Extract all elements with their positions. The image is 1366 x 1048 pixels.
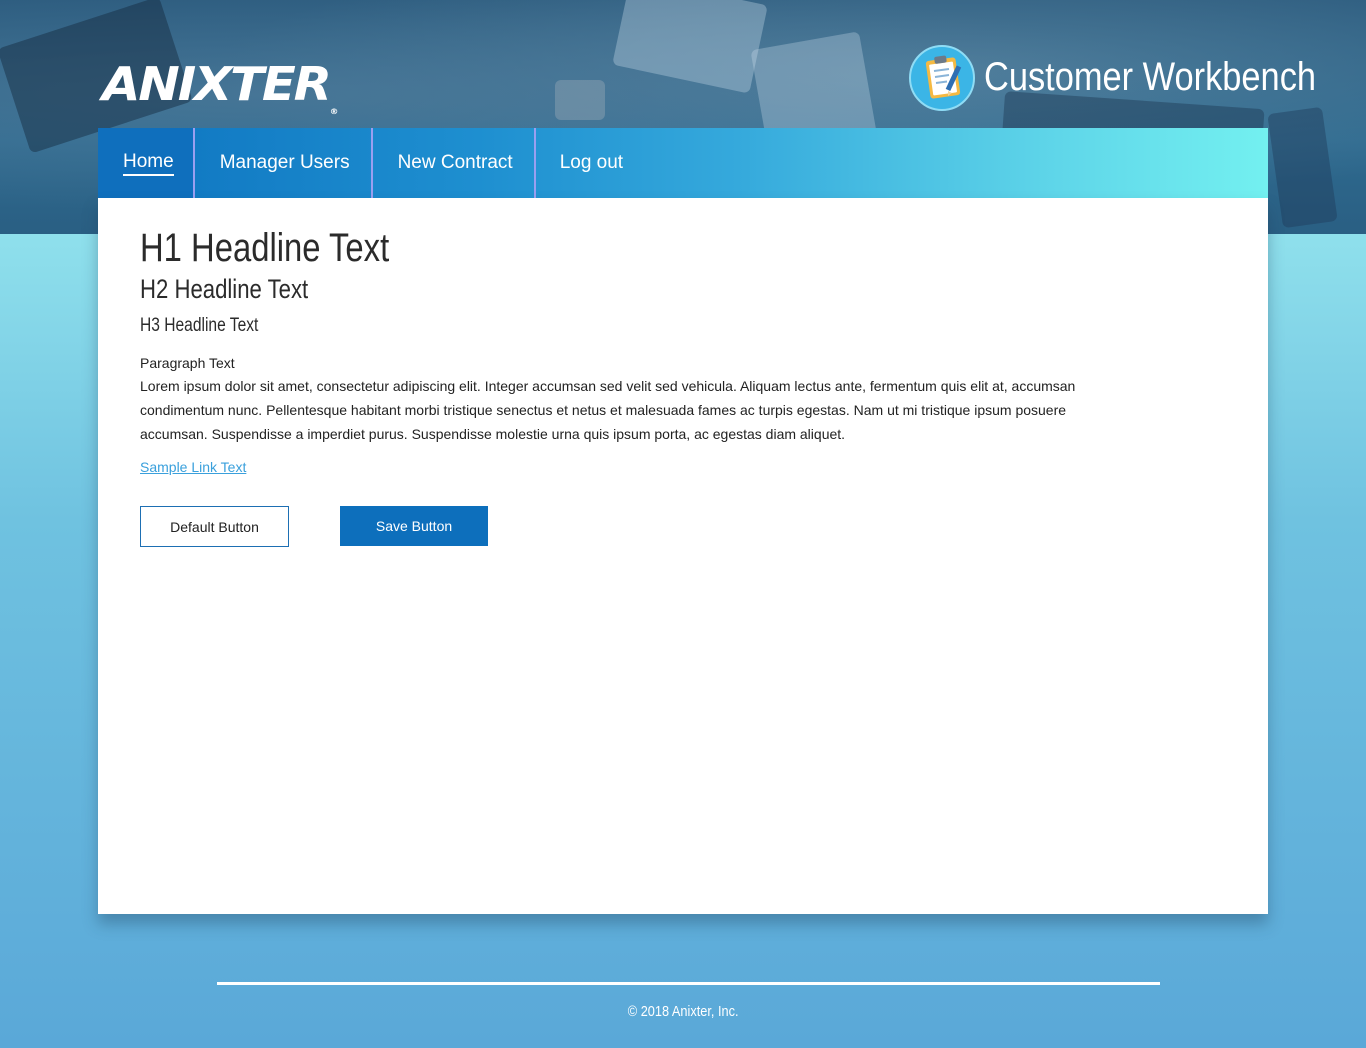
paragraph-label: Paragraph Text [140,355,235,371]
content-panel: H1 Headline Text H2 Headline Text H3 Hea… [98,198,1268,914]
logo-text: ANIXTER [102,57,332,111]
footer-divider [217,982,1160,985]
nav-item-manager-users[interactable]: Manager Users [195,128,373,198]
h1-headline: H1 Headline Text [140,226,390,270]
paragraph-text: Lorem ipsum dolor sit amet, consectetur … [140,378,1076,442]
app-title: Customer Workbench [984,55,1317,99]
sample-link[interactable]: Sample Link Text [140,459,246,475]
h3-headline: H3 Headline Text [140,315,259,336]
copyright-text: © 2018 Anixter, Inc. [627,1003,739,1020]
anixter-logo[interactable]: ANIXTER® [102,57,338,116]
default-button[interactable]: Default Button [140,506,289,547]
footer-copyright: © 2018 Anixter, Inc. [0,1002,1366,1022]
nav-item-home[interactable]: Home [98,128,195,198]
nav-item-log-out[interactable]: Log out [536,128,644,198]
nav-item-label: New Contract [397,152,513,173]
h2-headline: H2 Headline Text [140,274,309,304]
save-button[interactable]: Save Button [340,506,488,546]
clipboard-icon [909,45,975,111]
nav-item-new-contract[interactable]: New Contract [373,128,536,198]
main-nav: Home Manager Users New Contract Log out [98,128,1268,198]
background-phone [1267,106,1338,229]
nav-item-label: Manager Users [219,152,350,173]
nav-item-label: Home [123,151,174,176]
background-watch [555,80,605,120]
background-paper [612,0,768,94]
nav-item-label: Log out [559,152,624,173]
registered-mark: ® [329,107,339,116]
